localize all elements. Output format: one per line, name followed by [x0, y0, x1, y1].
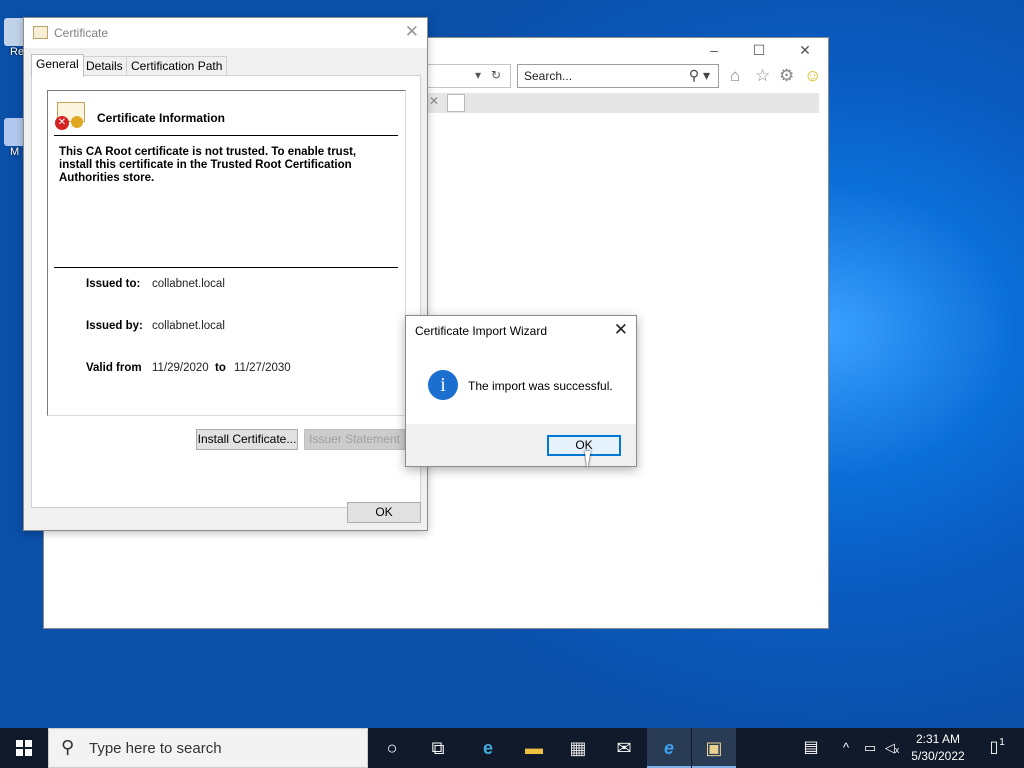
tab-close-icon[interactable]: ✕ [429, 94, 439, 108]
issued-by-value: collabnet.local [152, 320, 225, 332]
certificate-title-bar: Certificate ✕ [24, 18, 427, 48]
refresh-icon[interactable]: ↻ [491, 68, 501, 82]
new-tab-button[interactable] [447, 94, 465, 112]
divider [54, 267, 398, 268]
edge-icon[interactable]: e [466, 728, 510, 768]
general-panel: ✕ Certificate Information This CA Root c… [31, 75, 421, 508]
ie-tab-bar: ✕ [427, 93, 819, 113]
valid-to-label: to [215, 362, 226, 374]
issued-to-value: collabnet.local [152, 278, 225, 290]
search-icon: ⚲ [61, 737, 75, 757]
settings-gear-icon[interactable]: ⚙ [779, 66, 794, 86]
certificate-app-icon [33, 26, 48, 39]
info-icon: i [428, 370, 458, 400]
favorites-star-icon[interactable]: ☆ [755, 66, 770, 86]
cortana-icon[interactable]: ○ [370, 728, 414, 768]
wizard-content: Certificate Import Wizard ✕ i The import… [406, 316, 636, 424]
certificate-dialog: Certificate ✕ General Details Certificat… [23, 17, 428, 531]
taskbar: ⚲ Type here to search ○ ⧉ e ▬ ▦ ✉ e ▣ ▤ … [0, 728, 1024, 768]
address-dropdown-icon[interactable]: ▾ [475, 68, 481, 82]
task-view-icon[interactable]: ⧉ [416, 728, 460, 768]
certificate-title: Certificate [54, 26, 109, 40]
clock[interactable]: 2:31 AM 5/30/2022 [900, 731, 976, 765]
install-certificate-button[interactable]: Install Certificate... [196, 429, 298, 450]
news-widget-icon[interactable]: ▤ [796, 728, 826, 768]
certificate-taskbar-icon[interactable]: ▣ [692, 728, 736, 768]
certificate-ok-button[interactable]: OK [347, 502, 421, 523]
import-wizard-dialog: Certificate Import Wizard ✕ i The import… [405, 315, 637, 467]
certificate-info-heading: Certificate Information [97, 111, 226, 125]
network-icon[interactable]: ▭ [860, 728, 880, 768]
ie-minimize-button[interactable]: – [701, 42, 727, 58]
issued-to-label: Issued to: [86, 278, 141, 290]
wizard-message: The import was successful. [468, 379, 613, 393]
valid-from-date: 11/29/2020 [152, 362, 209, 374]
home-icon[interactable]: ⌂ [730, 66, 740, 86]
certificate-info-box: ✕ Certificate Information This CA Root c… [47, 90, 406, 416]
smiley-feedback-icon[interactable]: ☺ [804, 66, 821, 86]
clock-time: 2:31 AM [915, 732, 961, 746]
tab-certification-path[interactable]: Certification Path [126, 56, 228, 76]
ie-close-button[interactable]: ✕ [792, 42, 818, 59]
notification-count-badge: 1 [999, 737, 1005, 748]
show-hidden-icons-icon[interactable]: ^ [838, 728, 854, 768]
mail-icon[interactable]: ✉ [602, 728, 646, 768]
ie-search-placeholder: Search... [524, 69, 573, 83]
volume-muted-icon[interactable]: ◁ₓ [882, 728, 902, 768]
trust-warning-text: This CA Root certificate is not trusted.… [59, 146, 357, 184]
clock-date: 5/30/2022 [911, 749, 965, 763]
windows-logo-icon [16, 740, 32, 756]
ie-maximize-button[interactable]: ☐ [746, 42, 772, 59]
valid-from-label: Valid from [86, 362, 142, 374]
tab-details[interactable]: Details [81, 56, 128, 76]
tab-general[interactable]: General [31, 54, 84, 77]
search-icon[interactable]: ⚲ ▾ [689, 67, 710, 84]
valid-to-date: 11/27/2030 [234, 362, 291, 374]
microsoft-store-icon[interactable]: ▦ [556, 728, 600, 768]
divider [54, 135, 398, 136]
ie-address-bar[interactable]: ▾ ↻ [427, 64, 511, 88]
issued-by-label: Issued by: [86, 320, 143, 332]
internet-explorer-icon[interactable]: e [647, 728, 691, 768]
ie-search-box[interactable]: Search... ⚲ ▾ [517, 64, 719, 88]
start-button[interactable] [0, 728, 48, 768]
taskbar-search-placeholder: Type here to search [89, 740, 222, 757]
certificate-error-icon: ✕ [55, 100, 87, 130]
wizard-close-icon[interactable]: ✕ [614, 320, 628, 340]
file-explorer-icon[interactable]: ▬ [512, 728, 556, 768]
mouse-cursor-icon [584, 451, 600, 469]
issuer-statement-button[interactable]: Issuer Statement [304, 429, 405, 450]
wizard-title: Certificate Import Wizard [415, 324, 548, 338]
certificate-close-icon[interactable]: ✕ [405, 22, 419, 42]
taskbar-search-box[interactable]: ⚲ Type here to search [48, 728, 368, 768]
